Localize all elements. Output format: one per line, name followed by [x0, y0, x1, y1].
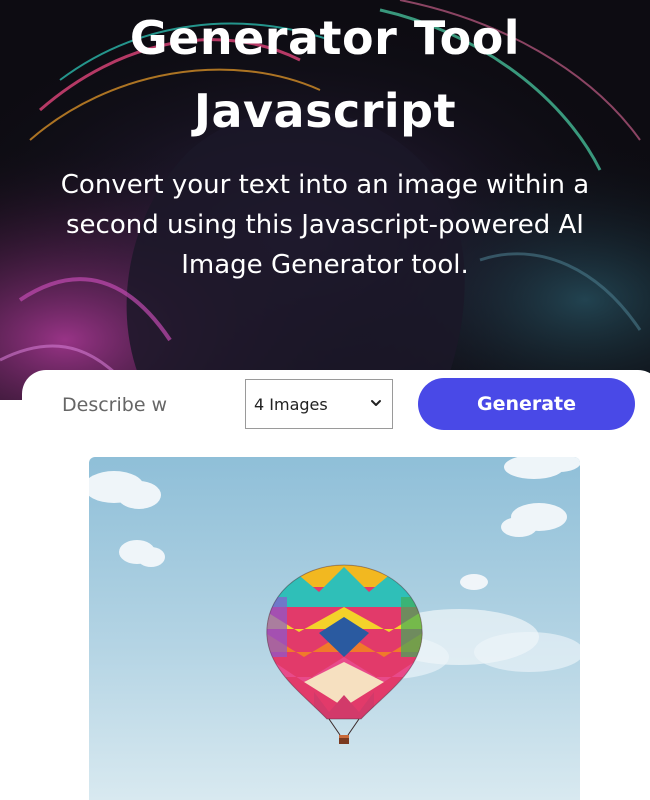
hot-air-balloon-image	[89, 457, 580, 800]
hero-title-line-2: Javascript	[193, 84, 457, 138]
generate-button[interactable]: Generate	[418, 378, 635, 430]
chevron-down-icon	[371, 400, 381, 406]
hero-banner: Generator Tool Javascript Convert your t…	[0, 0, 650, 400]
hero-subtitle: Convert your text into an image within a…	[60, 170, 590, 280]
prompt-input[interactable]	[62, 385, 232, 425]
generated-image-card[interactable]	[89, 457, 580, 800]
image-count-select[interactable]: 4 Images	[245, 379, 393, 429]
hero-title-line-1: Generator Tool	[129, 11, 521, 65]
page: Generator Tool Javascript Convert your t…	[0, 0, 650, 800]
image-count-select-value: 4 Images	[254, 394, 328, 414]
